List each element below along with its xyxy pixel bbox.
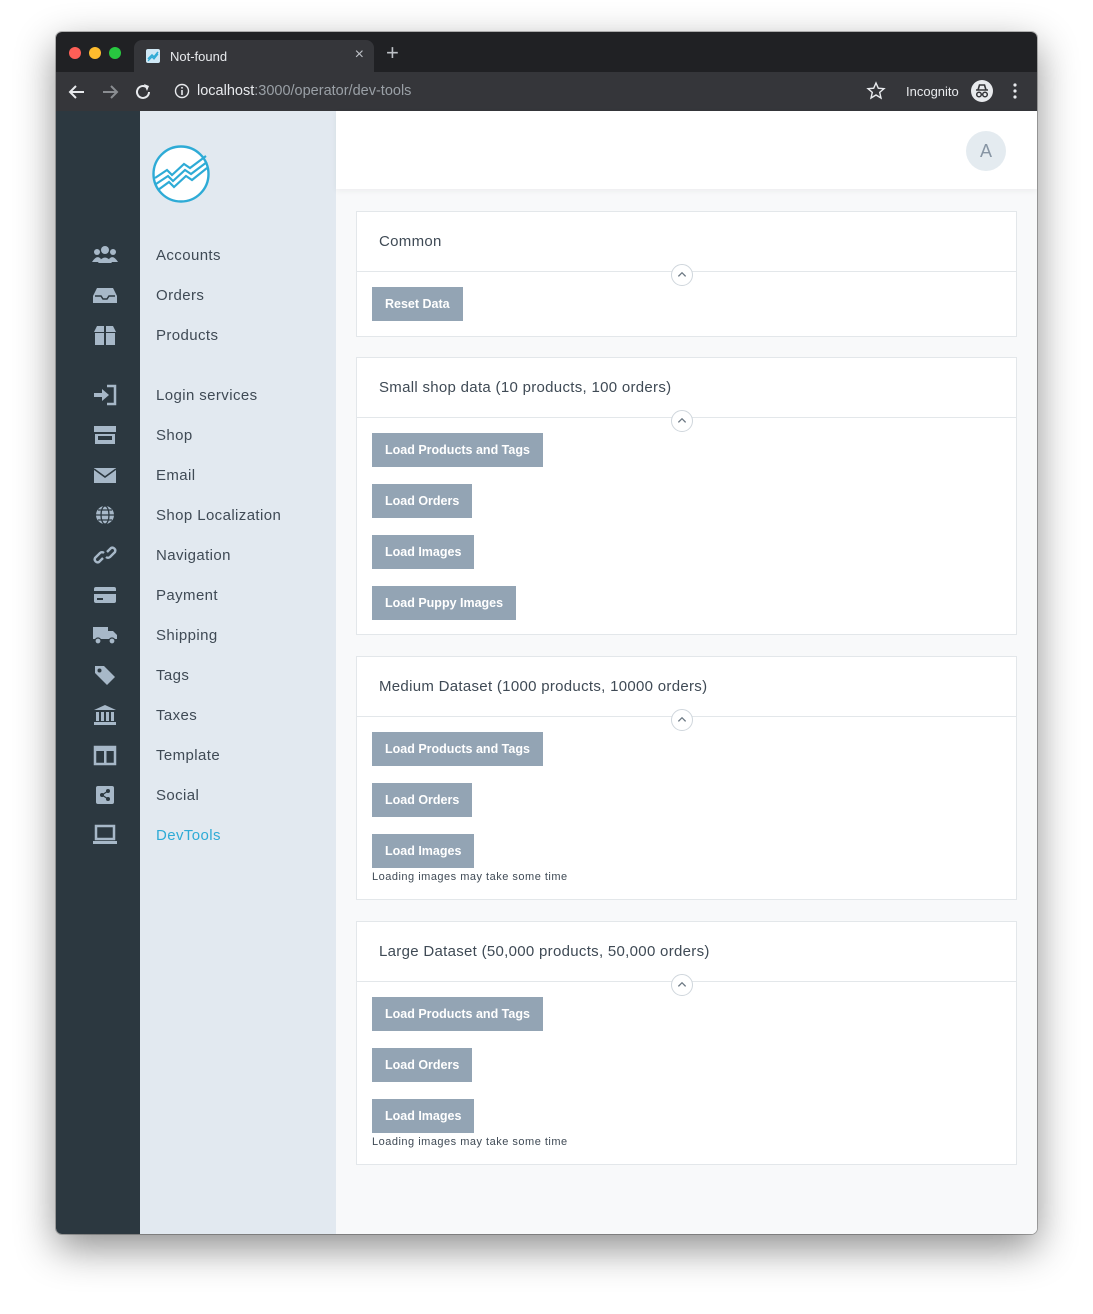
- card-title: Large Dataset (50,000 products, 50,000 o…: [379, 943, 710, 960]
- inbox-icon[interactable]: [92, 284, 118, 306]
- top-header: A: [336, 111, 1037, 189]
- reset-data-button[interactable]: Reset Data: [372, 287, 463, 321]
- box-icon[interactable]: [92, 324, 118, 346]
- app-logo-icon: [152, 145, 210, 203]
- url-host: localhost: [197, 83, 255, 99]
- bank-icon[interactable]: [92, 704, 118, 726]
- reload-icon[interactable]: [132, 81, 154, 103]
- tab-close-icon[interactable]: ×: [355, 46, 364, 64]
- globe-icon[interactable]: [92, 504, 118, 526]
- card-title: Common: [379, 233, 442, 250]
- users-icon[interactable]: [92, 244, 118, 266]
- card-header: Large Dataset (50,000 products, 50,000 o…: [357, 922, 1016, 982]
- browser-menu-icon[interactable]: [1009, 81, 1021, 101]
- card-header: Medium Dataset (1000 products, 10000 ord…: [357, 657, 1016, 717]
- chevron-up-icon[interactable]: [671, 974, 693, 996]
- bookmark-star-icon[interactable]: [866, 81, 886, 101]
- sidebar-item-email[interactable]: Email: [156, 467, 196, 484]
- sidebar-item-products[interactable]: Products: [156, 327, 218, 344]
- page-viewport: Accounts Orders Products Login services …: [56, 111, 1037, 1234]
- load-orders-button[interactable]: Load Orders: [372, 1048, 473, 1082]
- forward-arrow-icon[interactable]: [99, 81, 121, 103]
- card-title: Medium Dataset (1000 products, 10000 ord…: [379, 678, 708, 695]
- sidebar-item-template[interactable]: Template: [156, 747, 220, 764]
- card-title: Small shop data (10 products, 100 orders…: [379, 379, 672, 396]
- load-images-button[interactable]: Load Images: [372, 834, 475, 868]
- share-icon[interactable]: [92, 784, 118, 806]
- sidebar-item-shop[interactable]: Shop: [156, 427, 193, 444]
- tag-icon[interactable]: [92, 664, 118, 686]
- credit-card-icon[interactable]: [92, 584, 118, 606]
- card-small-shop-data: Small shop data (10 products, 100 orders…: [356, 357, 1017, 635]
- sidebar-item-accounts[interactable]: Accounts: [156, 247, 221, 264]
- loading-hint: Loading images may take some time: [372, 871, 568, 883]
- chevron-up-icon[interactable]: [671, 709, 693, 731]
- browser-window: Not-found × + localhost:3000/operator/de…: [56, 32, 1037, 1234]
- truck-icon[interactable]: [92, 624, 118, 646]
- incognito-icon[interactable]: [971, 80, 993, 102]
- load-images-button[interactable]: Load Images: [372, 1099, 475, 1133]
- address-bar[interactable]: localhost:3000/operator/dev-tools: [197, 83, 411, 99]
- maximize-window-button[interactable]: [109, 47, 121, 59]
- main-content: A Common Reset Data Small shop data (10 …: [336, 111, 1037, 1234]
- sign-in-icon[interactable]: [92, 384, 118, 406]
- card-medium-dataset: Medium Dataset (1000 products, 10000 ord…: [356, 656, 1017, 900]
- sidebar-nav: Accounts Orders Products Login services …: [140, 111, 336, 1234]
- load-products-and-tags-button[interactable]: Load Products and Tags: [372, 997, 543, 1031]
- loading-hint: Loading images may take some time: [372, 1136, 568, 1148]
- sidebar-item-orders[interactable]: Orders: [156, 287, 204, 304]
- incognito-label: Incognito: [906, 84, 959, 99]
- store-icon[interactable]: [92, 424, 118, 446]
- browser-tab[interactable]: Not-found ×: [134, 40, 374, 72]
- load-products-and-tags-button[interactable]: Load Products and Tags: [372, 732, 543, 766]
- chevron-up-icon[interactable]: [671, 410, 693, 432]
- url-path: :3000/operator/dev-tools: [254, 83, 412, 99]
- sidebar-item-payment[interactable]: Payment: [156, 587, 218, 604]
- chevron-up-icon[interactable]: [671, 264, 693, 286]
- sidebar-item-shipping[interactable]: Shipping: [156, 627, 218, 644]
- sidebar-item-shop-localization[interactable]: Shop Localization: [156, 507, 281, 524]
- back-arrow-icon[interactable]: [66, 81, 88, 103]
- sidebar-item-taxes[interactable]: Taxes: [156, 707, 197, 724]
- card-common: Common Reset Data: [356, 211, 1017, 337]
- sidebar-item-devtools[interactable]: DevTools: [156, 827, 221, 844]
- sidebar-item-login-services[interactable]: Login services: [156, 387, 257, 404]
- minimize-window-button[interactable]: [89, 47, 101, 59]
- browser-tab-bar: Not-found × +: [56, 32, 1037, 72]
- icon-rail: [56, 111, 140, 1234]
- tab-title: Not-found: [170, 49, 228, 64]
- card-header: Small shop data (10 products, 100 orders…: [357, 358, 1016, 418]
- load-orders-button[interactable]: Load Orders: [372, 783, 473, 817]
- columns-icon[interactable]: [92, 744, 118, 766]
- avatar[interactable]: A: [966, 131, 1006, 171]
- envelope-icon[interactable]: [92, 464, 118, 486]
- load-orders-button[interactable]: Load Orders: [372, 484, 473, 518]
- sidebar-item-tags[interactable]: Tags: [156, 667, 189, 684]
- link-icon[interactable]: [92, 544, 118, 566]
- load-products-and-tags-button[interactable]: Load Products and Tags: [372, 433, 543, 467]
- sidebar-item-navigation[interactable]: Navigation: [156, 547, 231, 564]
- browser-toolbar: localhost:3000/operator/dev-tools Incogn…: [56, 72, 1037, 111]
- load-images-button[interactable]: Load Images: [372, 535, 475, 569]
- sidebar-item-social[interactable]: Social: [156, 787, 199, 804]
- load-puppy-images-button[interactable]: Load Puppy Images: [372, 586, 517, 620]
- favicon-icon: [146, 49, 160, 63]
- laptop-icon[interactable]: [92, 824, 118, 846]
- site-info-icon[interactable]: [174, 83, 190, 99]
- card-large-dataset: Large Dataset (50,000 products, 50,000 o…: [356, 921, 1017, 1165]
- card-header: Common: [357, 212, 1016, 272]
- new-tab-button[interactable]: +: [386, 42, 399, 64]
- close-window-button[interactable]: [69, 47, 81, 59]
